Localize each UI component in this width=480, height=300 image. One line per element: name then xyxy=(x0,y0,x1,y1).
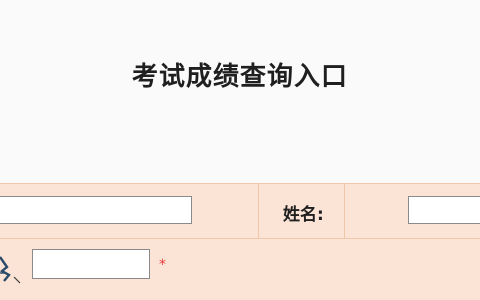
form-row-identity: 姓名: xyxy=(0,183,480,239)
name-input[interactable] xyxy=(408,196,480,224)
captcha-image-icon[interactable] xyxy=(0,251,24,287)
name-label: 姓名: xyxy=(283,205,324,225)
query-form: 姓名: * xyxy=(0,183,480,300)
cell-divider xyxy=(258,184,259,238)
captcha-input[interactable] xyxy=(32,249,150,279)
page-title: 考试成绩查询入口 xyxy=(131,62,348,92)
cell-divider xyxy=(344,184,345,238)
id-number-input[interactable] xyxy=(0,196,192,224)
form-row-captcha: * xyxy=(0,239,480,300)
required-marker: * xyxy=(159,257,166,273)
